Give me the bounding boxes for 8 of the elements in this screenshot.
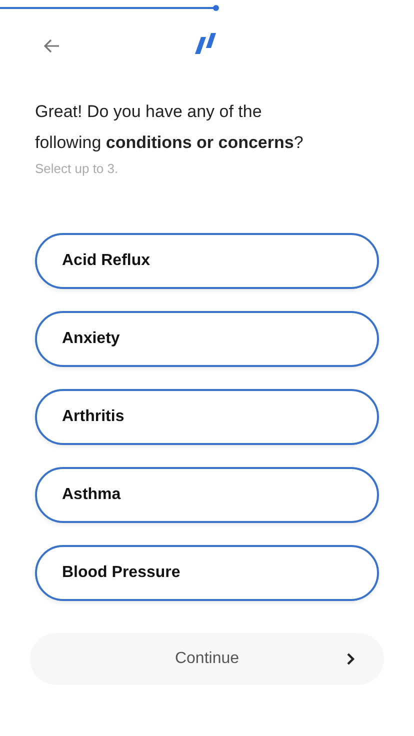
option-button[interactable]: Blood Pressure: [35, 544, 379, 600]
hint-text: Select up to 3.: [35, 160, 120, 178]
question-text: Great! Do you have any of the following conditions or concerns?: [35, 101, 304, 154]
option-button[interactable]: Asthma: [35, 466, 379, 522]
option-button[interactable]: Anxiety: [35, 310, 379, 366]
option-button[interactable]: Arthritis: [35, 388, 379, 444]
option-button[interactable]: Acid Reflux: [35, 232, 379, 288]
chevron-right-icon: [345, 652, 355, 664]
